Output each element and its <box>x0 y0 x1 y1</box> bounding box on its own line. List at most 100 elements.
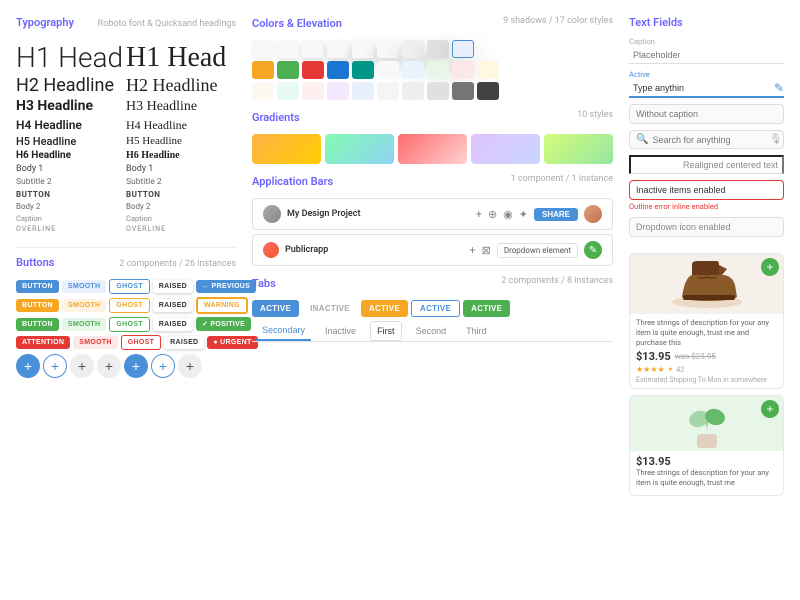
gradients-header: Gradients 10 styles <box>252 110 613 128</box>
tabs-underline-divider: Secondary Inactive First Second Third <box>252 321 613 342</box>
mic-icon: 🎙 <box>769 134 782 145</box>
color-row-light <box>252 82 613 100</box>
btn-warning-raised[interactable]: RAISED <box>153 299 193 312</box>
product-price-row-1: $13.95 was $23.95 <box>636 350 777 363</box>
h5-roboto: H5 Headline <box>16 134 126 149</box>
btn-row-fab: + + + + + + + <box>16 354 236 378</box>
btn-warning-smooth[interactable]: SMOOTH <box>62 299 107 312</box>
product-image-container-1: + <box>630 254 783 314</box>
share-icon[interactable]: ✦ <box>519 208 528 221</box>
fab-gray-plus-3[interactable]: + <box>178 354 202 378</box>
body1-quicksand: Body 1 <box>126 163 236 177</box>
btn-success-raised[interactable]: RAISED <box>153 318 193 331</box>
tf-error-input[interactable] <box>629 180 784 200</box>
tab-second[interactable]: Second <box>410 321 453 341</box>
eye-icon[interactable]: ◉ <box>503 208 513 221</box>
subtitle2-roboto: Subtitle 2 <box>16 176 126 189</box>
btn-danger[interactable]: ATTENTION <box>16 336 70 349</box>
appbar-dropdown[interactable]: Dropdown element <box>497 243 578 258</box>
colors-title: Colors & Elevation <box>252 17 342 30</box>
trash-icon[interactable]: ⊠ <box>482 244 491 257</box>
btn-success-positive[interactable]: ✓ POSITIVE <box>196 317 251 331</box>
gradient-mint <box>325 134 394 164</box>
btn-danger-urgent[interactable]: ● URGENT <box>207 336 257 349</box>
btn-raised[interactable]: RAISED <box>153 280 193 293</box>
h6-quicksand: H6 Headline <box>126 149 236 163</box>
gradients-title: Gradients <box>252 111 300 124</box>
product-add-btn-1[interactable]: + <box>761 258 779 276</box>
fab-gray-plus[interactable]: + <box>70 354 94 378</box>
h4-roboto: H4 Headline <box>16 117 126 134</box>
tab-secondary[interactable]: Secondary <box>256 321 311 341</box>
btn-success-smooth[interactable]: SMOOTH <box>62 318 107 331</box>
tab-inactive-1[interactable]: INACTIVE <box>302 300 358 317</box>
tab-first[interactable]: First <box>370 321 402 341</box>
tab-active-orange[interactable]: ACTIVE <box>361 300 408 317</box>
button-typo-quicksand: BUTTON <box>126 189 236 201</box>
tf-dropdown-select[interactable]: Dropdown icon enabled <box>629 217 784 237</box>
plus-icon-2[interactable]: + <box>469 244 475 257</box>
button-typo: BUTTON <box>16 189 126 201</box>
h2-quicksand: H2 Headline <box>126 74 236 97</box>
btn-row-warning: BUTTON SMOOTH GHOST RAISED WARNING <box>16 297 236 314</box>
tabs-subtitle: 2 components / 8 instances <box>501 276 613 286</box>
link-icon[interactable]: ⊕ <box>488 208 497 221</box>
btn-prev[interactable]: ← PREVIOUS <box>196 280 256 293</box>
btn-ghost-blue[interactable]: GHOST <box>109 279 149 294</box>
typography-title: Typography <box>16 16 74 29</box>
btn-warning[interactable]: BUTTON <box>16 299 59 312</box>
tab-third[interactable]: Third <box>460 321 493 341</box>
btn-success[interactable]: BUTTON <box>16 318 59 331</box>
color-teal <box>352 61 374 79</box>
colors-section: Colors & Elevation 9 shadows / 17 color … <box>252 16 613 100</box>
tf-active-input[interactable] <box>629 80 774 96</box>
btn-warning-ghost[interactable]: GHOST <box>109 298 149 313</box>
typography-section: Typography Roboto font & Quicksand headi… <box>16 16 236 235</box>
color-row-main <box>252 61 613 79</box>
h3-roboto: H3 Headline <box>16 97 126 117</box>
tf-search-input[interactable] <box>652 135 769 145</box>
fab-outline-plus[interactable]: + <box>43 354 67 378</box>
tf-dropdown-container: Dropdown icon enabled <box>629 217 784 245</box>
btn-warning-outline[interactable]: WARNING <box>196 297 248 314</box>
btn-danger-smooth[interactable]: SMOOTH <box>73 336 118 349</box>
plus-icon[interactable]: + <box>476 208 482 221</box>
appbar-avatar-user <box>584 205 602 223</box>
btn-danger-raised[interactable]: RAISED <box>164 336 204 349</box>
appbars-title: Application Bars <box>252 175 333 188</box>
fab-blue-plus[interactable]: + <box>16 354 40 378</box>
tab-active-green[interactable]: Active <box>463 300 510 317</box>
color-lavender <box>327 82 349 100</box>
h1-quicksand: H1 Head <box>126 43 236 74</box>
btn-button-blue[interactable]: BUTTON <box>16 280 59 293</box>
tabs-title: Tabs <box>252 277 276 290</box>
product-add-btn-2[interactable]: + <box>761 400 779 418</box>
product-reviews: 42 <box>676 365 684 374</box>
btn-success-ghost[interactable]: GHOST <box>109 317 149 332</box>
gradient-red <box>398 134 467 164</box>
tab-active-outlined[interactable]: Active <box>411 300 460 317</box>
text-fields-title: Text Fields <box>629 16 784 29</box>
edit-button[interactable]: ✎ <box>584 241 602 259</box>
gradient-orange <box>252 134 321 164</box>
fab-gray-plus-2[interactable]: + <box>97 354 121 378</box>
fab-outline-plus-2[interactable]: + <box>151 354 175 378</box>
shadow-swatch-9 <box>452 40 474 58</box>
tf-placeholder-input[interactable] <box>629 47 784 64</box>
shadow-swatch-1 <box>252 40 274 58</box>
gradients-section: Gradients 10 styles <box>252 110 613 164</box>
tf-raligned-input[interactable] <box>629 155 784 174</box>
tab-active-1[interactable]: ACTIVE <box>252 300 299 317</box>
btn-danger-ghost[interactable]: GHOST <box>121 335 161 350</box>
app-logo <box>263 242 279 258</box>
btn-smooth-blue[interactable]: SMOOTH <box>62 280 107 293</box>
fab-blue-filled[interactable]: + <box>124 354 148 378</box>
share-button[interactable]: SHARE <box>534 208 578 221</box>
color-pink <box>302 82 324 100</box>
caption-roboto: Caption <box>16 213 126 224</box>
tf-without-caption-input[interactable] <box>629 104 784 124</box>
h6-roboto: H6 Headline <box>16 149 126 163</box>
shadow-swatch-4 <box>327 40 349 58</box>
plant-image <box>677 399 737 449</box>
tab-inactive-2[interactable]: Inactive <box>319 321 362 341</box>
